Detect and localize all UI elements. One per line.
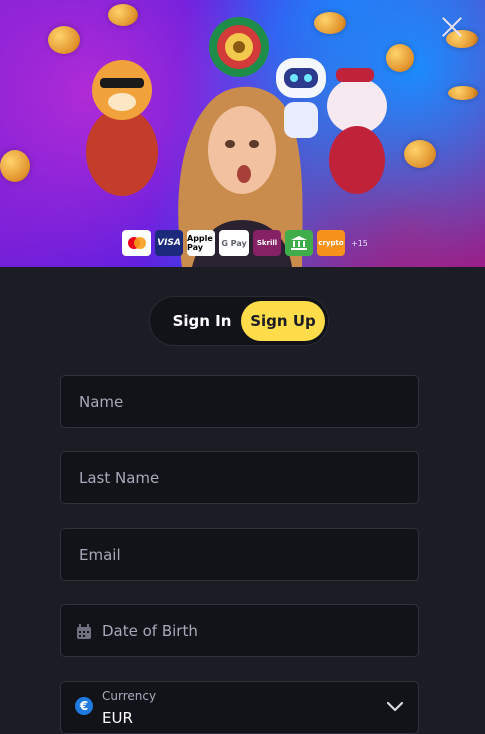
last-name-input[interactable] — [61, 452, 418, 503]
euro-icon: € — [75, 697, 93, 715]
coin-decoration — [404, 140, 436, 168]
bank-icon — [291, 236, 307, 250]
date-of-birth-input[interactable] — [61, 605, 418, 656]
mastercard-logo — [122, 230, 151, 256]
chevron-down-icon — [386, 701, 404, 712]
tab-sign-in[interactable]: Sign In — [162, 304, 242, 338]
tiger-mascot-illustration — [86, 60, 158, 196]
name-input[interactable] — [61, 376, 418, 427]
email-input[interactable] — [61, 529, 418, 580]
apple-pay-logo: Apple Pay — [187, 230, 215, 256]
more-payments-count: +15 — [351, 238, 368, 248]
skrill-logo: Skrill — [253, 230, 281, 256]
currency-value: EUR — [102, 709, 133, 727]
coin-decoration — [448, 86, 478, 100]
visa-logo: VISA — [155, 230, 183, 256]
currency-select[interactable]: € Currency EUR — [60, 681, 419, 734]
auth-toggle: Sign In Sign Up — [149, 296, 329, 346]
bank-logo — [285, 230, 313, 256]
coin-decoration — [0, 150, 30, 182]
rabbit-mascot-illustration — [327, 68, 387, 194]
coin-decoration — [48, 26, 80, 54]
crypto-logo: crypto — [317, 230, 345, 256]
roulette-wheel-icon — [209, 17, 269, 77]
coin-decoration — [314, 12, 346, 34]
currency-label: Currency — [102, 689, 157, 703]
tab-sign-up[interactable]: Sign Up — [241, 301, 325, 341]
name-field — [60, 375, 419, 428]
google-pay-logo: G Pay — [219, 230, 249, 256]
last-name-field — [60, 451, 419, 504]
date-of-birth-field — [60, 604, 419, 657]
coin-decoration — [108, 4, 138, 26]
payment-methods: VISA Apple Pay G Pay Skrill crypto +15 — [122, 230, 368, 256]
promo-banner: VISA Apple Pay G Pay Skrill crypto +15 — [0, 0, 485, 267]
mastercard-icon — [127, 237, 146, 249]
close-button[interactable] — [441, 16, 463, 38]
email-field — [60, 528, 419, 581]
